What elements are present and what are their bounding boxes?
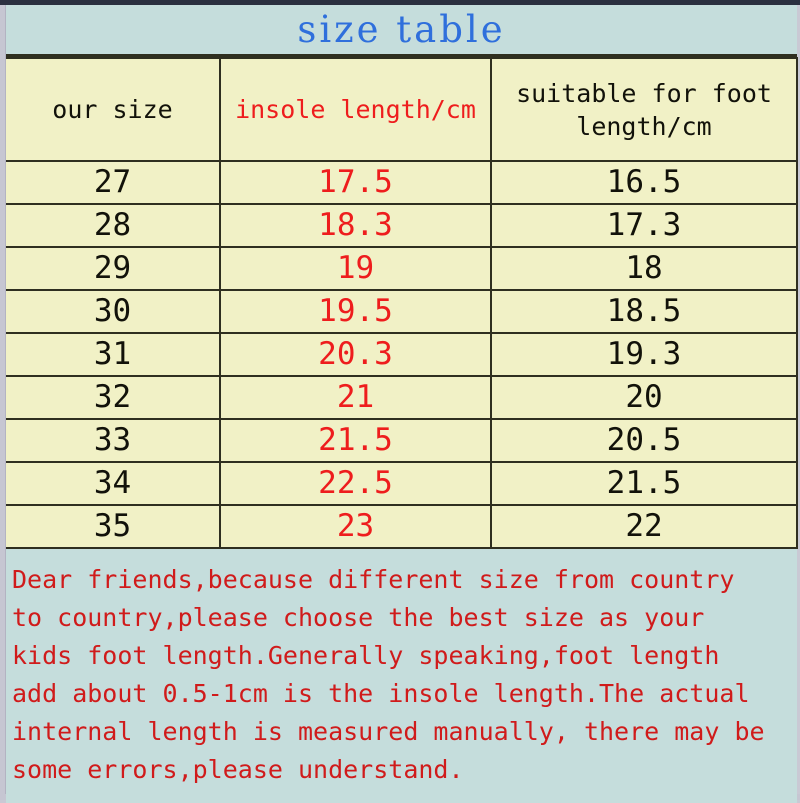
cell-insole-length: 18.3 <box>219 203 492 248</box>
column-header-our-size: our size <box>6 57 221 162</box>
table-row: 33 21.5 20.5 <box>6 418 798 463</box>
cell-our-size: 33 <box>6 418 221 463</box>
cell-foot-length: 18.5 <box>491 289 798 334</box>
column-header-foot-length: suitable for foot length/cm <box>491 57 798 162</box>
note-line: kids foot length.Generally speaking,foot… <box>12 641 720 670</box>
table-row: 34 22.5 21.5 <box>6 461 798 506</box>
cell-insole-length: 17.5 <box>219 160 492 205</box>
cell-foot-length: 20.5 <box>491 418 798 463</box>
cell-insole-length: 19 <box>219 246 492 291</box>
note-line: some errors,please understand. <box>12 755 464 784</box>
title-band: size table <box>6 5 797 57</box>
table-row: 35 23 22 <box>6 504 798 549</box>
size-table: our size insole length/cm suitable for f… <box>6 57 798 549</box>
table-row: 28 18.3 17.3 <box>6 203 798 248</box>
table-head: our size insole length/cm suitable for f… <box>6 57 798 162</box>
cell-foot-length: 19.3 <box>491 332 798 377</box>
cell-insole-length: 21 <box>219 375 492 420</box>
cell-our-size: 35 <box>6 504 221 549</box>
content-column: size table our size insole length/cm sui… <box>6 5 798 803</box>
cell-insole-length: 23 <box>219 504 492 549</box>
note-line: internal length is measured manually, th… <box>12 717 765 746</box>
cell-our-size: 30 <box>6 289 221 334</box>
size-chart-image: size table our size insole length/cm sui… <box>0 0 800 803</box>
note-text: Dear friends,because different size from… <box>12 561 789 789</box>
note-line: Dear friends,because different size from… <box>12 565 735 594</box>
cell-foot-length: 18 <box>491 246 798 291</box>
table-row: 32 21 20 <box>6 375 798 420</box>
cell-foot-length: 22 <box>491 504 798 549</box>
cell-insole-length: 21.5 <box>219 418 492 463</box>
cell-foot-length: 17.3 <box>491 203 798 248</box>
cell-our-size: 31 <box>6 332 221 377</box>
cell-our-size: 29 <box>6 246 221 291</box>
cell-insole-length: 20.3 <box>219 332 492 377</box>
table-body: 27 17.5 16.5 28 18.3 17.3 29 19 18 30 19.5 18.5 31 20… <box>6 160 798 549</box>
cell-foot-length: 16.5 <box>491 160 798 205</box>
note-line: to country,please choose the best size a… <box>12 603 705 632</box>
page-title: size table <box>297 8 506 51</box>
note-line: add about 0.5-1cm is the insole length.T… <box>12 679 750 708</box>
cell-foot-length: 21.5 <box>491 461 798 506</box>
cell-insole-length: 19.5 <box>219 289 492 334</box>
cell-our-size: 28 <box>6 203 221 248</box>
cell-insole-length: 22.5 <box>219 461 492 506</box>
cell-our-size: 34 <box>6 461 221 506</box>
cell-our-size: 32 <box>6 375 221 420</box>
note-panel: Dear friends,because different size from… <box>6 549 797 803</box>
table-row: 29 19 18 <box>6 246 798 291</box>
table-row: 30 19.5 18.5 <box>6 289 798 334</box>
cell-our-size: 27 <box>6 160 221 205</box>
table-row: 27 17.5 16.5 <box>6 160 798 205</box>
table-row: 31 20.3 19.3 <box>6 332 798 377</box>
cell-foot-length: 20 <box>491 375 798 420</box>
column-header-insole-length: insole length/cm <box>219 57 492 162</box>
table-header-row: our size insole length/cm suitable for f… <box>6 57 798 162</box>
